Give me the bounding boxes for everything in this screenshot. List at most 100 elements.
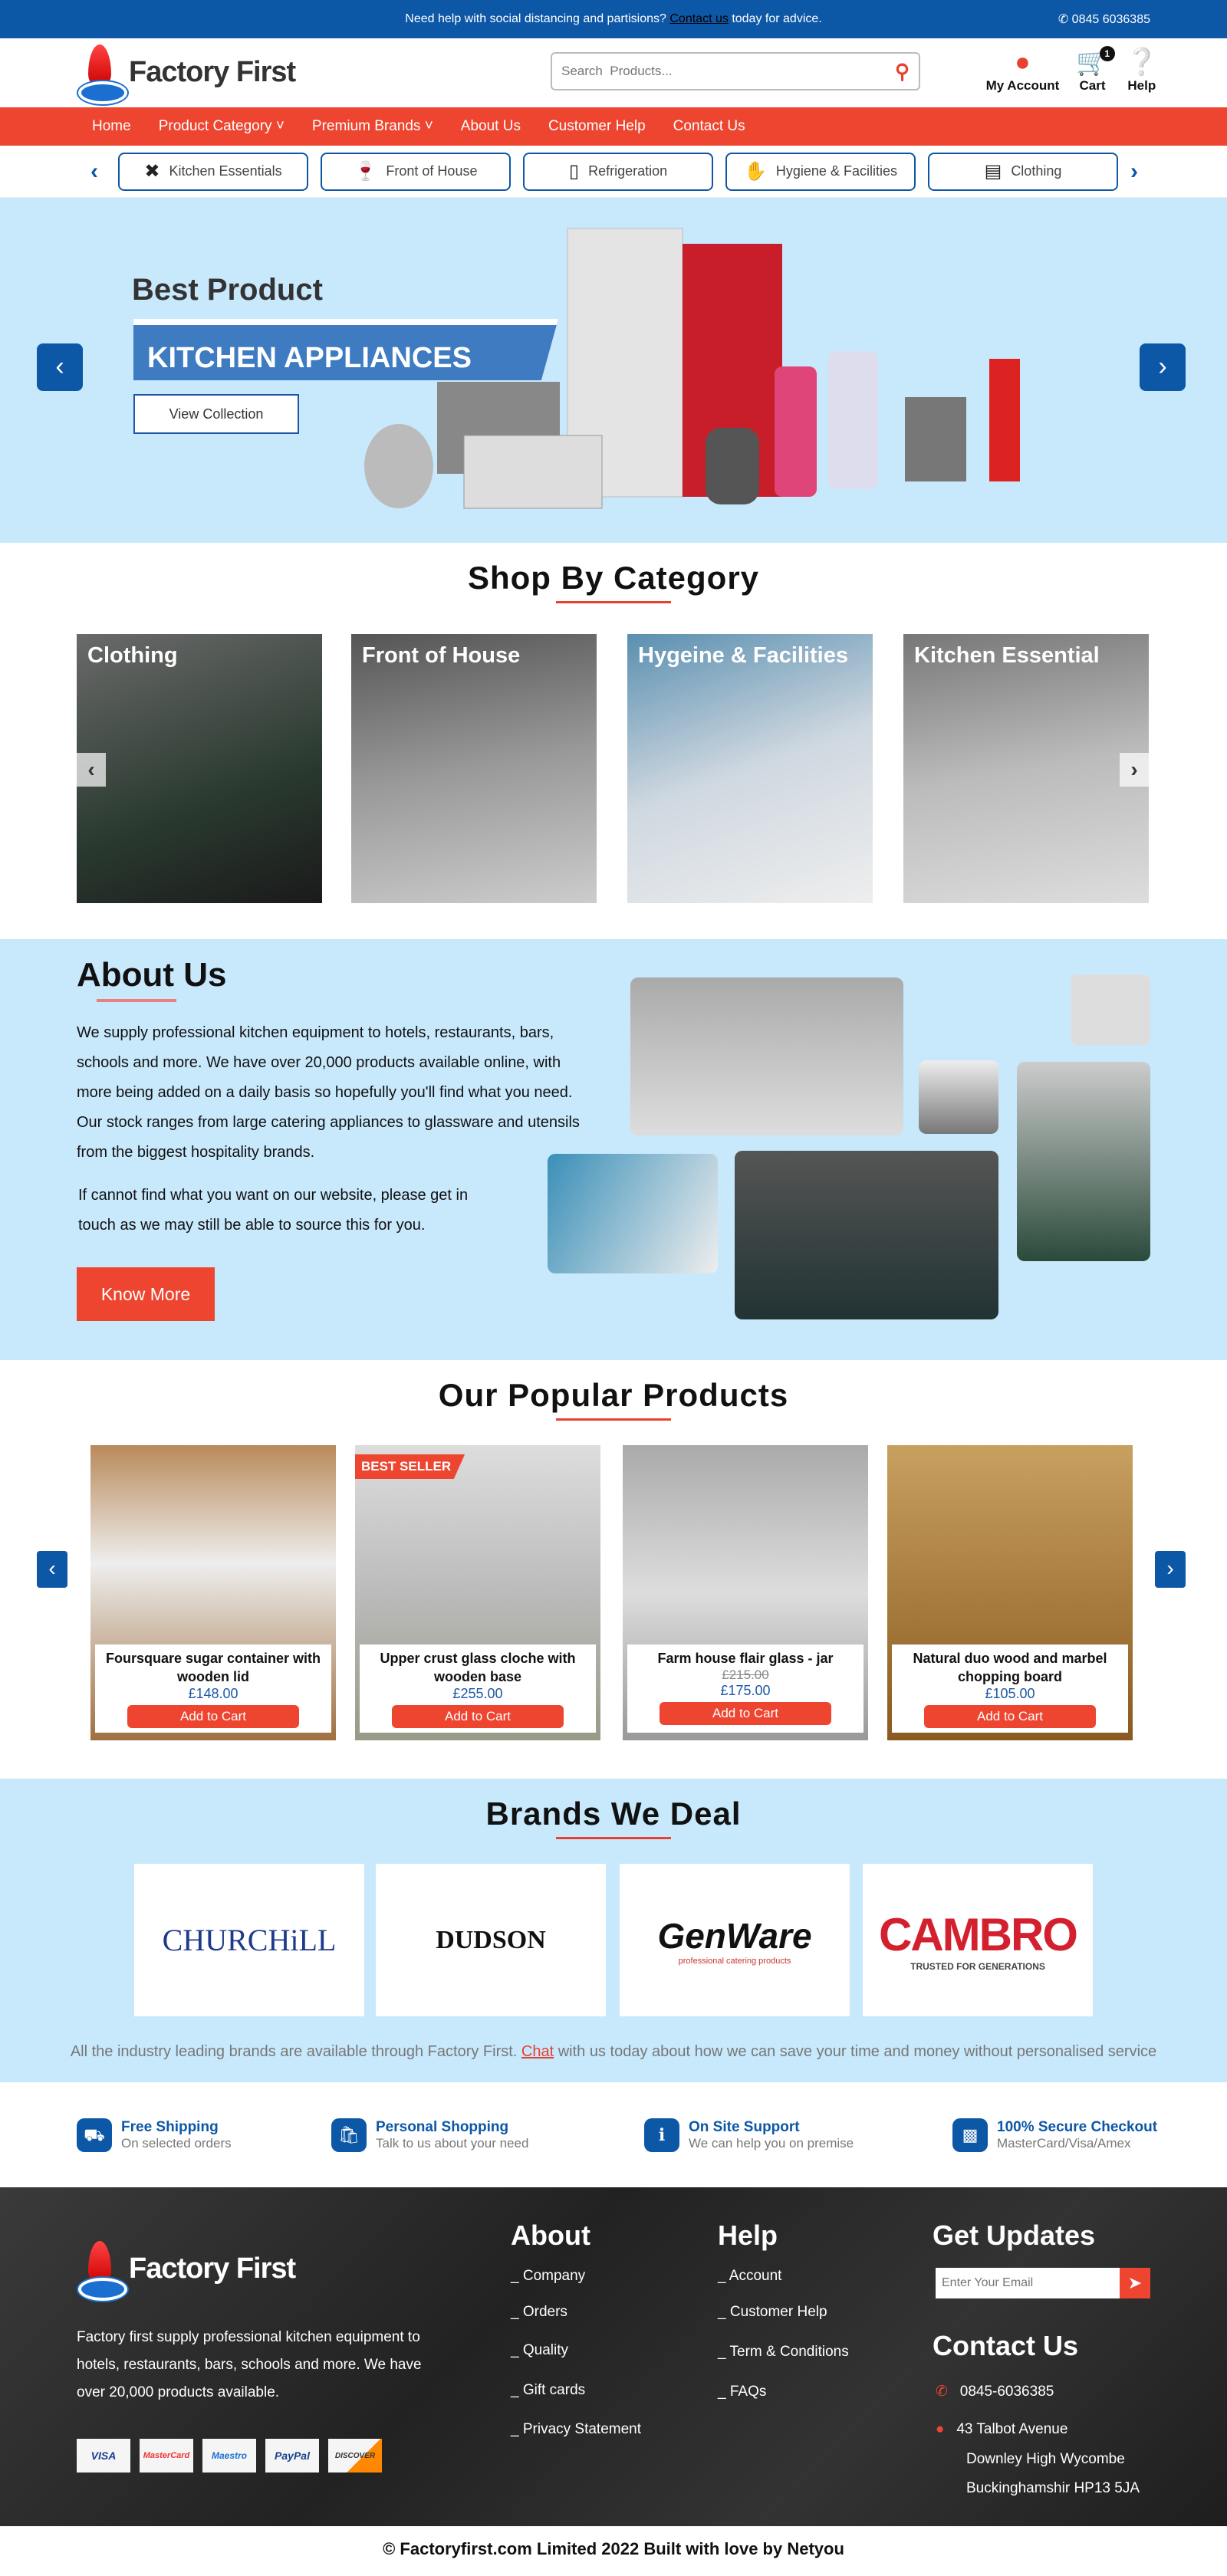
add-to-cart-button[interactable]: Add to Cart <box>660 1702 831 1725</box>
footer-description: Factory first supply professional kitche… <box>77 2329 422 2400</box>
visa-icon: VISA <box>77 2439 130 2472</box>
feature-secure-checkout: ▩ 100% Secure Checkout MasterCard/Visa/Ame… <box>952 2118 1157 2152</box>
brand-dudson[interactable]: DUDSON <box>376 1864 606 2016</box>
product-card[interactable]: Natural duo wood and marbel chopping boa… <box>887 1445 1133 1740</box>
section-title: Brands We Deal <box>0 1796 1227 1839</box>
brand-genware[interactable]: GenWare professional catering products <box>620 1864 850 2016</box>
logo[interactable]: Factory First <box>77 44 296 104</box>
chevron-left-icon[interactable]: ‹ <box>77 753 106 787</box>
hand-wash-icon: ✋ <box>744 161 767 182</box>
trolley-icon: ⛟ <box>77 2118 112 2152</box>
footer-link-orders[interactable]: _ Orders <box>511 2304 567 2321</box>
utensils-icon: ✖ <box>144 161 160 182</box>
footer-link-privacy[interactable]: _ Privacy Statement <box>511 2421 641 2438</box>
nav-product-category[interactable]: Product Category ˅ <box>159 118 285 135</box>
section-title: Shop By Category <box>0 560 1227 603</box>
hero-title: KITCHEN APPLIANCES <box>133 319 558 380</box>
popular-products: Our Popular Products ‹ › Foursquare suga… <box>0 1360 1227 1779</box>
user-icon: ● <box>1015 48 1031 77</box>
footer-link-gift-cards[interactable]: _ Gift cards <box>511 2382 585 2399</box>
nav-about-us[interactable]: About Us <box>461 118 521 135</box>
my-account-button[interactable]: ● My Account <box>986 46 1060 94</box>
chef-coat-icon: ▤ <box>984 161 1002 182</box>
best-seller-badge: BEST SELLER <box>355 1454 465 1479</box>
paypal-icon: PayPal <box>265 2439 319 2472</box>
payment-methods: VISA MasterCard Maestro PayPal DISCOVER <box>77 2439 382 2472</box>
email-input[interactable] <box>936 2268 1120 2298</box>
section-title: Our Popular Products <box>0 1377 1227 1421</box>
category-card-kitchen-essential[interactable]: Kitchen Essential › <box>903 634 1149 903</box>
category-kitchen-essentials[interactable]: ✖ Kitchen Essentials <box>118 152 308 191</box>
rice-bowl-photo <box>919 1060 998 1134</box>
product-card[interactable]: BEST SELLER Upper crust glass cloche with… <box>355 1445 600 1740</box>
nav-contact-us[interactable]: Contact Us <box>673 118 745 135</box>
about-title: About Us <box>77 956 227 1002</box>
footer-address-line: Downley High Wycombe <box>966 2451 1125 2467</box>
cart-button[interactable]: 🛒 1 Cart <box>1076 46 1115 94</box>
footer-phone: ✆ 0845-6036385 <box>936 2384 1054 2400</box>
footer-address: ● 43 Talbot Avenue <box>936 2421 1068 2437</box>
help-icon: ❔ <box>1125 48 1158 77</box>
search-box: ⚲ <box>551 52 920 90</box>
hand-wash-photo <box>548 1154 718 1273</box>
brand-churchill[interactable]: CHURCHiLL <box>134 1864 364 2016</box>
category-front-of-house[interactable]: 🍷 Front of House <box>321 152 511 191</box>
footer-link-account[interactable]: _ Account <box>718 2268 781 2285</box>
mastercard-icon: MasterCard <box>140 2439 193 2472</box>
search-icon[interactable]: ⚲ <box>895 60 910 84</box>
nav-customer-help[interactable]: Customer Help <box>548 118 646 135</box>
brands-text: All the industry leading brands are avai… <box>70 2043 1157 2060</box>
add-to-cart-button[interactable]: Add to Cart <box>127 1705 299 1728</box>
flame-logo-icon <box>77 44 127 104</box>
footer-logo[interactable]: Factory First <box>77 2241 296 2301</box>
maestro-icon: Maestro <box>202 2439 256 2472</box>
category-card-front-of-house[interactable]: Front of House <box>351 634 597 903</box>
flame-logo-icon <box>77 2241 127 2301</box>
phone-icon: ✆ <box>936 2384 948 2400</box>
nav-home[interactable]: Home <box>92 118 131 135</box>
help-button[interactable]: ❔ Help <box>1126 46 1158 94</box>
location-pin-icon: ● <box>936 2421 945 2437</box>
main-nav: Home Product Category ˅ Premium Brands ˅… <box>0 107 1227 146</box>
know-more-button[interactable]: Know More <box>77 1267 215 1321</box>
top-announcement-bar: Need help with social distancing and par… <box>0 0 1227 38</box>
category-card-hygiene[interactable]: Hygeine & Facilities <box>627 634 873 903</box>
send-icon[interactable]: ➤ <box>1120 2268 1150 2298</box>
products-prev-button[interactable]: ‹ <box>37 1551 67 1588</box>
chat-link[interactable]: Chat <box>521 2043 554 2060</box>
knife-rack-photo <box>1071 974 1150 1045</box>
product-card[interactable]: Foursquare sugar container with wooden l… <box>90 1445 336 1740</box>
chevron-right-icon[interactable]: › <box>1130 159 1146 185</box>
footer-about-title: About <box>511 2220 590 2251</box>
footer-help-title: Help <box>718 2220 778 2251</box>
wine-glasses-icon: 🍷 <box>354 161 377 182</box>
search-input[interactable] <box>561 64 895 79</box>
footer-link-terms[interactable]: _ Term & Conditions <box>718 2344 849 2361</box>
footer-link-customer-help[interactable]: _ Customer Help <box>718 2304 827 2321</box>
category-clothing[interactable]: ▤ Clothing <box>928 152 1118 191</box>
contact-us-link[interactable]: Contact us <box>669 12 728 25</box>
fridge-icon: ▯ <box>568 161 580 182</box>
about-section: About Us We supply professional kitchen … <box>0 939 1227 1360</box>
products-next-button[interactable]: › <box>1155 1551 1186 1588</box>
category-refrigeration[interactable]: ▯ Refrigeration <box>523 152 713 191</box>
product-card[interactable]: Farm house flair glass - jar £215.00 £175.… <box>623 1445 868 1740</box>
category-card-clothing[interactable]: Clothing ‹ <box>77 634 322 903</box>
footer-link-quality[interactable]: _ Quality <box>511 2342 568 2359</box>
chevron-right-icon[interactable]: › <box>1120 753 1149 787</box>
slider-prev-button[interactable]: ‹ <box>37 343 83 391</box>
category-hygiene[interactable]: ✋ Hygiene & Facilities <box>725 152 916 191</box>
copyright: © Factoryfirst.com Limited 2022 Built wi… <box>383 2539 844 2558</box>
brand-cambro[interactable]: CAMBRO TRUSTED FOR GENERATIONS <box>863 1864 1093 2016</box>
top-phone: ✆ 0845 6036385 <box>1058 13 1150 26</box>
nav-premium-brands[interactable]: Premium Brands ˅ <box>312 118 433 135</box>
slider-next-button[interactable]: › <box>1140 343 1186 391</box>
chevron-left-icon[interactable]: ‹ <box>90 159 106 185</box>
footer-link-company[interactable]: _ Company <box>511 2268 585 2285</box>
view-collection-button[interactable]: View Collection <box>133 394 299 434</box>
add-to-cart-button[interactable]: Add to Cart <box>392 1705 564 1728</box>
footer-link-faqs[interactable]: _ FAQs <box>718 2384 766 2400</box>
credit-card-icon: ▩ <box>952 2118 988 2152</box>
mortar-photo <box>1017 1062 1150 1261</box>
add-to-cart-button[interactable]: Add to Cart <box>924 1705 1096 1728</box>
